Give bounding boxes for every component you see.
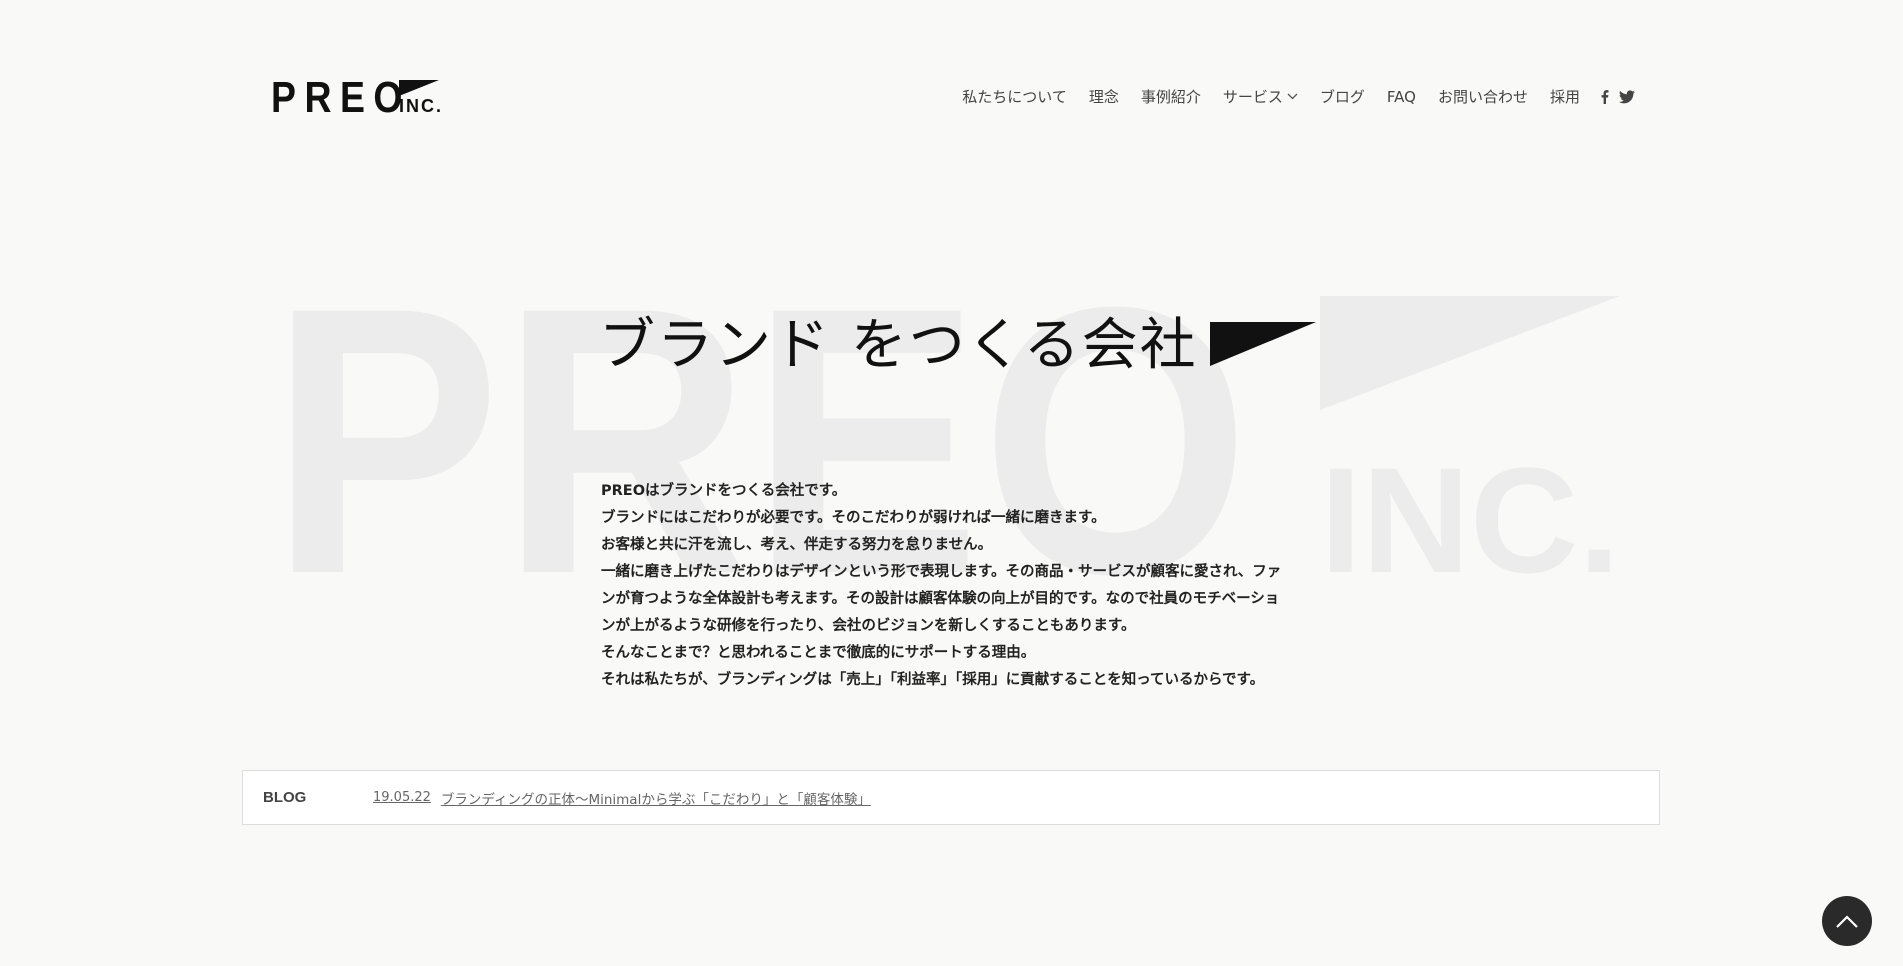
nav-item-label: 採用 — [1549, 88, 1580, 106]
nav-item-blog[interactable]: ブログ — [1320, 86, 1365, 107]
nav-item-recruit[interactable]: 採用 — [1550, 86, 1580, 107]
nav-item-label: 私たちについて — [962, 88, 1067, 106]
blog-post-link[interactable]: ブランディングの正体〜Minimalから学ぶ「こだわり」と「顧客体験」 — [441, 788, 871, 808]
twitter-icon[interactable] — [1619, 89, 1635, 104]
nav-item-label: 事例紹介 — [1140, 88, 1201, 106]
site-logo[interactable]: PREO INC. — [271, 73, 441, 122]
nav-item-contact[interactable]: お問い合わせ — [1438, 86, 1528, 107]
intro-line: PREOはブランドをつくる会社です。 — [601, 483, 847, 499]
nav-item-label: FAQ — [1386, 87, 1416, 106]
watermark-flag-icon — [1320, 296, 1620, 410]
social-links — [1600, 89, 1635, 104]
intro-line: お客様と共に汗を流し、考え、伴走する努力を怠りません。 — [601, 537, 993, 553]
logo-flag-icon — [399, 80, 439, 96]
logo-suffix: INC. — [399, 96, 443, 116]
nav-item-label: ブログ — [1319, 88, 1365, 106]
nav-item-cases[interactable]: 事例紹介 — [1141, 86, 1201, 107]
hero-title: ブランド をつくる会社 — [599, 313, 1198, 378]
nav-item-about[interactable]: 私たちについて — [962, 86, 1067, 107]
nav-item-philosophy[interactable]: 理念 — [1089, 86, 1119, 107]
chevron-down-icon — [1287, 93, 1298, 100]
blog-post-date[interactable]: 19.05.22 — [373, 790, 431, 805]
blog-news-bar: BLOG 19.05.22 ブランディングの正体〜Minimalから学ぶ「こだわ… — [242, 770, 1660, 825]
watermark-suffix: INC. — [1320, 436, 1620, 580]
nav-item-label: 理念 — [1088, 88, 1119, 106]
intro-line: ブランドにはこだわりが必要です。そのこだわりが弱ければ一緒に磨きます。 — [601, 510, 1106, 526]
site-header: PREO INC. 私たちについて 理念 事例紹介 サービス ブログ FAQ お… — [0, 0, 1903, 200]
nav-item-faq[interactable]: FAQ — [1387, 88, 1416, 106]
intro-text: PREOはブランドをつくる会社です。 ブランドにはこだわりが必要です。そのこだわ… — [601, 478, 1301, 694]
intro-line: ンが上がるような研修を行ったり、会社のビジョンを新しくすることもあります。 — [601, 618, 1136, 634]
main-nav: 私たちについて 理念 事例紹介 サービス ブログ FAQ お問い合わせ 採用 — [940, 86, 1635, 107]
intro-line: それは私たちが、ブランディングは「売上」「利益率」「採用」に貢献することを知って… — [601, 672, 1265, 688]
intro-line: そんなことまで？と思われることまで徹底的にサポートする理由。 — [601, 645, 1036, 661]
logo-wordmark: PREO — [271, 73, 411, 122]
nav-item-services[interactable]: サービス — [1223, 86, 1298, 107]
blog-label: BLOG — [263, 789, 307, 806]
intro-line: ンが育つような全体設計も考えます。その設計は顧客体験の向上が目的です。なので社員… — [601, 591, 1280, 607]
intro-line: 一緒に磨き上げたこだわりはデザインという形で表現します。その商品・サービスが顧客… — [601, 564, 1282, 580]
chevron-up-icon — [1836, 914, 1858, 928]
hero-flag-icon — [1210, 322, 1316, 366]
scroll-to-top-button[interactable] — [1822, 896, 1872, 946]
facebook-icon[interactable] — [1600, 89, 1609, 104]
nav-item-label: サービス — [1222, 88, 1283, 106]
nav-item-label: お問い合わせ — [1437, 88, 1528, 106]
